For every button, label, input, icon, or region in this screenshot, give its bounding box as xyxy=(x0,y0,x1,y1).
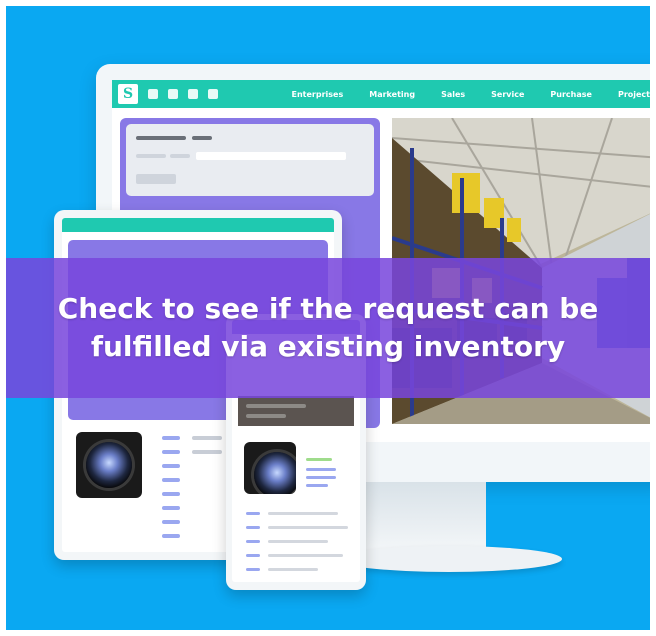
nav-link-purchase[interactable]: Purchase xyxy=(550,90,592,99)
action-button[interactable] xyxy=(136,174,176,184)
nav-link-sales[interactable]: Sales xyxy=(441,90,465,99)
caption-line-1: Check to see if the request can be xyxy=(57,292,599,325)
caption-banner: Check to see if the request can be fulfi… xyxy=(6,258,650,398)
document-icon[interactable] xyxy=(208,89,218,99)
camera-lens-icon xyxy=(244,442,296,494)
nav-links: Enterprises Marketing Sales Service Purc… xyxy=(292,80,650,108)
top-nav-bar: S Enterprises Marketing Sales Service Pu… xyxy=(112,80,650,108)
search-input[interactable] xyxy=(196,152,346,160)
monitor-stand-base xyxy=(336,546,562,572)
marketing-illustration: S Enterprises Marketing Sales Service Pu… xyxy=(6,6,650,630)
form-card xyxy=(126,124,374,196)
phone-dark-panel xyxy=(238,396,354,426)
caption-line-2: fulfilled via existing inventory xyxy=(90,330,566,363)
nav-link-project[interactable]: Project xyxy=(618,90,650,99)
app-logo[interactable]: S xyxy=(118,84,138,104)
user-icon[interactable] xyxy=(148,89,158,99)
tablet-nav-bar xyxy=(62,218,334,232)
building-icon[interactable] xyxy=(168,89,178,99)
monitor-stand-neck xyxy=(366,482,486,554)
camera-lens-icon xyxy=(76,432,142,498)
person-icon[interactable] xyxy=(188,89,198,99)
nav-link-marketing[interactable]: Marketing xyxy=(369,90,415,99)
nav-link-enterprises[interactable]: Enterprises xyxy=(292,90,344,99)
nav-link-service[interactable]: Service xyxy=(491,90,524,99)
